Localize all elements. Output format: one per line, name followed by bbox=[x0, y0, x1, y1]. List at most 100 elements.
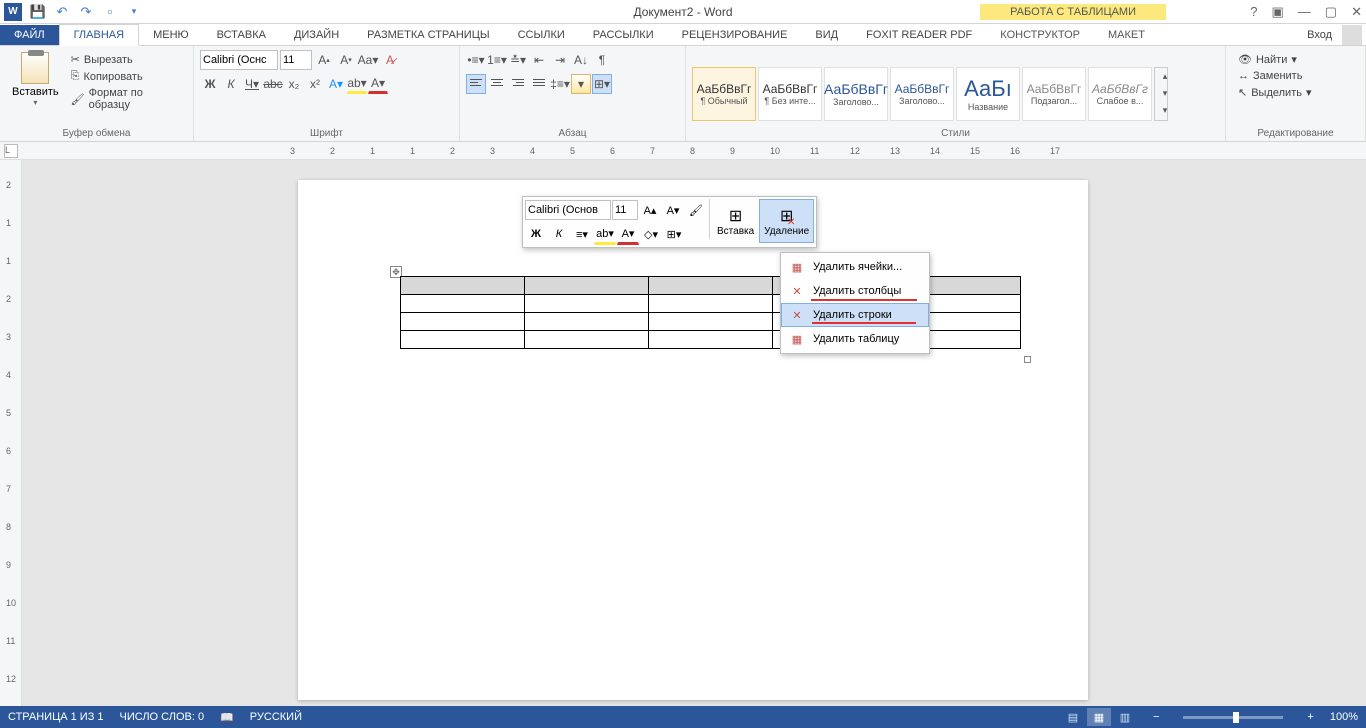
replace-button[interactable]: ↔Заменить bbox=[1236, 69, 1314, 83]
tab-page-layout[interactable]: РАЗМЕТКА СТРАНИЦЫ bbox=[353, 25, 503, 45]
change-case-icon[interactable]: Aa▾ bbox=[358, 50, 378, 70]
italic-button[interactable]: К bbox=[221, 74, 241, 94]
page[interactable]: ✥ bbox=[298, 180, 1088, 700]
sign-in-link[interactable]: Вход bbox=[1297, 25, 1342, 45]
find-button[interactable]: 👁Найти ▾ bbox=[1236, 52, 1314, 67]
menu-delete-table[interactable]: ▦ Удалить таблицу bbox=[781, 327, 929, 351]
align-right-icon[interactable] bbox=[508, 74, 528, 94]
line-spacing-icon[interactable]: ‡≡▾ bbox=[550, 74, 570, 94]
zoom-slider[interactable] bbox=[1183, 716, 1283, 719]
mini-borders-icon[interactable]: ⊞▾ bbox=[663, 223, 685, 245]
underline-button[interactable]: Ч▾ bbox=[242, 74, 262, 94]
maximize-icon[interactable]: ▢ bbox=[1325, 4, 1337, 20]
numbering-icon[interactable]: 1≡▾ bbox=[487, 50, 507, 70]
multilevel-icon[interactable]: ≛▾ bbox=[508, 50, 528, 70]
ruler-corner[interactable]: L bbox=[4, 144, 18, 158]
tab-insert[interactable]: ВСТАВКА bbox=[203, 25, 280, 45]
mini-delete-button[interactable]: ⊞✕ Удаление bbox=[759, 199, 814, 243]
mini-highlight-icon[interactable]: ab▾ bbox=[594, 223, 616, 245]
style-no-spacing[interactable]: АаБбВвГг¶ Без инте... bbox=[758, 67, 822, 121]
align-left-icon[interactable] bbox=[466, 74, 486, 94]
web-layout-icon[interactable]: ▥ bbox=[1113, 708, 1137, 726]
style-normal[interactable]: АаБбВвГг¶ Обычный bbox=[692, 67, 756, 121]
align-justify-icon[interactable] bbox=[529, 74, 549, 94]
mini-format-painter-icon[interactable]: 🖌 bbox=[685, 199, 707, 221]
sort-icon[interactable]: A↓ bbox=[571, 50, 591, 70]
menu-delete-cells[interactable]: ▦ Удалить ячейки... bbox=[781, 255, 929, 279]
status-proofing-icon[interactable]: 📖 bbox=[220, 711, 234, 724]
save-icon[interactable]: 💾 bbox=[30, 4, 46, 20]
mini-font-color-icon[interactable]: A▾ bbox=[617, 223, 639, 245]
subscript-button[interactable]: x₂ bbox=[284, 74, 304, 94]
increase-indent-icon[interactable]: ⇥ bbox=[550, 50, 570, 70]
zoom-level[interactable]: 100% bbox=[1330, 711, 1358, 723]
copy-button[interactable]: ⎘Копировать bbox=[69, 69, 183, 84]
styles-scroll-down-icon[interactable]: ▾ bbox=[1155, 85, 1175, 102]
tab-constructor[interactable]: КОНСТРУКТОР bbox=[986, 25, 1094, 45]
tab-design[interactable]: ДИЗАЙН bbox=[280, 25, 353, 45]
print-layout-icon[interactable]: ▦ bbox=[1087, 708, 1111, 726]
font-name-combo[interactable] bbox=[200, 50, 278, 70]
grow-font-icon[interactable]: A▴ bbox=[314, 50, 334, 70]
text-effects-icon[interactable]: A▾ bbox=[326, 74, 346, 94]
new-doc-icon[interactable]: ▫ bbox=[102, 4, 118, 20]
status-words[interactable]: ЧИСЛО СЛОВ: 0 bbox=[120, 711, 205, 723]
shading-icon[interactable]: ▾ bbox=[571, 74, 591, 94]
style-subtitle[interactable]: АаБбВвГгПодзагол... bbox=[1022, 67, 1086, 121]
tab-mailings[interactable]: РАССЫЛКИ bbox=[579, 25, 668, 45]
style-subtle[interactable]: АаБбВвГгСлабое в... bbox=[1088, 67, 1152, 121]
mini-shrink-font-icon[interactable]: A▾ bbox=[662, 199, 684, 221]
mini-bold-button[interactable]: Ж bbox=[525, 223, 547, 245]
help-icon[interactable]: ? bbox=[1250, 4, 1257, 19]
tab-references[interactable]: ССЫЛКИ bbox=[504, 25, 579, 45]
styles-scroll-up-icon[interactable]: ▴ bbox=[1155, 68, 1175, 85]
qat-customize-icon[interactable]: ▾ bbox=[126, 4, 142, 20]
bullets-icon[interactable]: •≡▾ bbox=[466, 50, 486, 70]
minimize-icon[interactable]: — bbox=[1298, 4, 1311, 19]
zoom-out-button[interactable]: − bbox=[1153, 711, 1159, 723]
zoom-in-button[interactable]: + bbox=[1307, 711, 1313, 723]
menu-delete-columns[interactable]: ✕ Удалить столбцы bbox=[781, 279, 929, 303]
tab-menu[interactable]: Меню bbox=[139, 25, 203, 45]
mini-insert-button[interactable]: ⊞ Вставка bbox=[712, 199, 759, 243]
style-title[interactable]: АаБıНазвание bbox=[956, 67, 1020, 121]
font-size-combo[interactable] bbox=[280, 50, 312, 70]
mini-size-combo[interactable] bbox=[612, 200, 638, 220]
redo-icon[interactable]: ↷ bbox=[78, 4, 94, 20]
mini-align-icon[interactable]: ≡▾ bbox=[571, 223, 593, 245]
tab-home[interactable]: ГЛАВНАЯ bbox=[59, 24, 139, 46]
highlight-icon[interactable]: ab▾ bbox=[347, 74, 367, 94]
format-painter-button[interactable]: 🖌Формат по образцу bbox=[69, 86, 183, 112]
menu-delete-rows[interactable]: ✕ Удалить строки bbox=[781, 303, 929, 327]
mini-italic-button[interactable]: К bbox=[548, 223, 570, 245]
tab-review[interactable]: РЕЦЕНЗИРОВАНИЕ bbox=[668, 25, 802, 45]
mini-font-combo[interactable] bbox=[525, 200, 611, 220]
style-heading2[interactable]: АаБбВвГгЗаголово... bbox=[890, 67, 954, 121]
vertical-ruler[interactable]: 2112345678910111213 bbox=[0, 160, 22, 706]
mini-grow-font-icon[interactable]: A▴ bbox=[639, 199, 661, 221]
superscript-button[interactable]: x² bbox=[305, 74, 325, 94]
mini-shading-icon[interactable]: ◇▾ bbox=[640, 223, 662, 245]
styles-more-icon[interactable]: ▾ bbox=[1155, 102, 1175, 119]
horizontal-ruler[interactable]: L 3211234567891011121314151617 bbox=[0, 142, 1366, 160]
user-avatar[interactable] bbox=[1342, 25, 1362, 45]
strike-button[interactable]: abc bbox=[263, 74, 283, 94]
style-heading1[interactable]: АаБбВвГгЗаголово... bbox=[824, 67, 888, 121]
show-marks-icon[interactable]: ¶ bbox=[592, 50, 612, 70]
shrink-font-icon[interactable]: A▾ bbox=[336, 50, 356, 70]
close-icon[interactable]: ✕ bbox=[1351, 4, 1362, 20]
read-mode-icon[interactable]: ▤ bbox=[1061, 708, 1085, 726]
tab-file[interactable]: ФАЙЛ bbox=[0, 25, 59, 45]
clear-formatting-icon[interactable]: A̷ bbox=[380, 50, 400, 70]
status-page[interactable]: СТРАНИЦА 1 ИЗ 1 bbox=[8, 711, 104, 723]
select-button[interactable]: ↖Выделить ▾ bbox=[1236, 85, 1314, 100]
decrease-indent-icon[interactable]: ⇤ bbox=[529, 50, 549, 70]
align-center-icon[interactable] bbox=[487, 74, 507, 94]
tab-maket[interactable]: МАКЕТ bbox=[1094, 25, 1159, 45]
font-color-icon[interactable]: A▾ bbox=[368, 74, 388, 94]
undo-icon[interactable]: ↶ bbox=[54, 4, 70, 20]
ribbon-display-icon[interactable]: ▣ bbox=[1272, 4, 1284, 20]
status-language[interactable]: РУССКИЙ bbox=[250, 711, 302, 723]
table-resize-handle-icon[interactable] bbox=[1024, 356, 1031, 363]
cut-button[interactable]: ✂Вырезать bbox=[69, 52, 183, 67]
